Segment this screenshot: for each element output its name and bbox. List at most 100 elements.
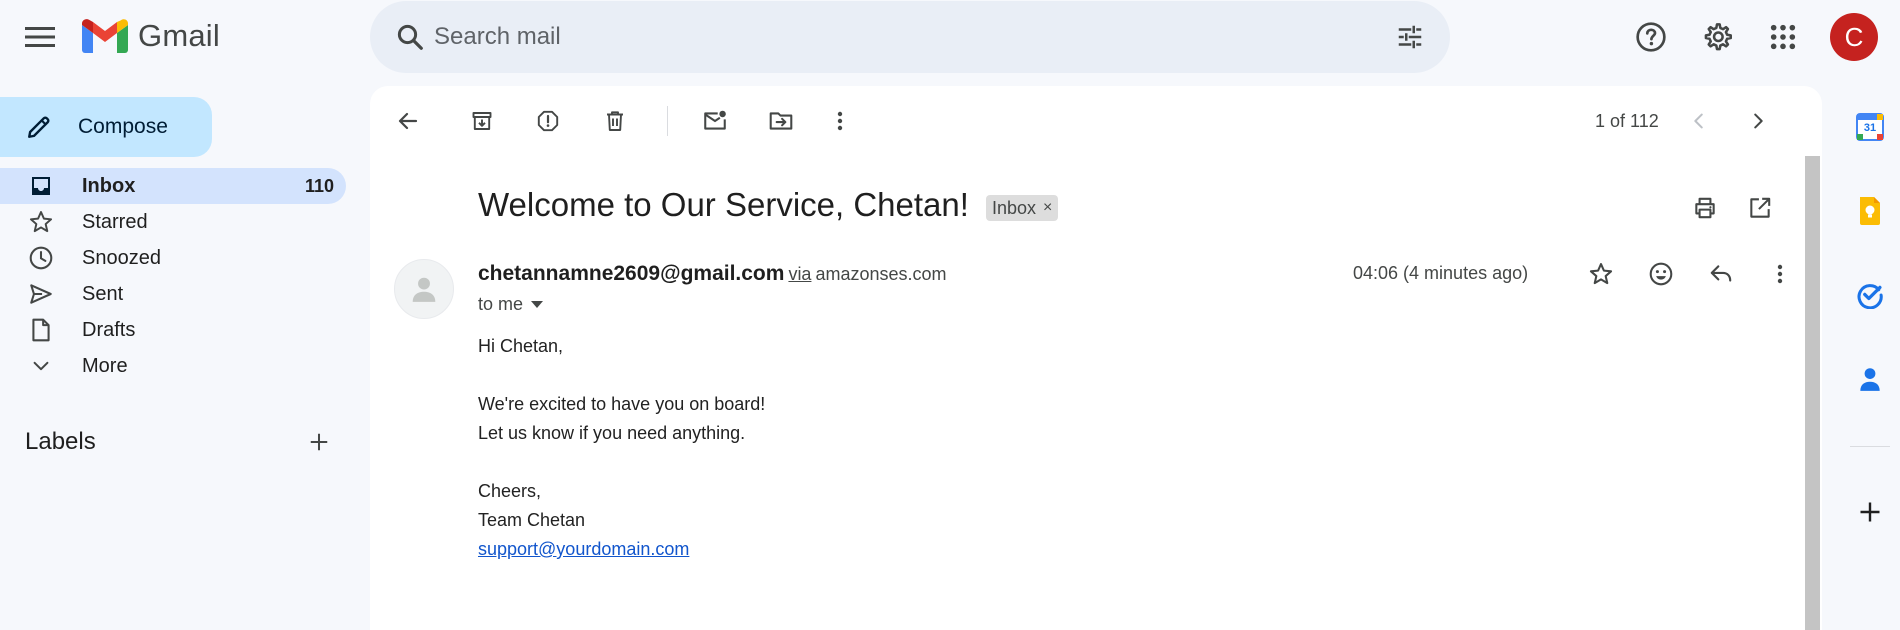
calendar-day: 31 [1863,122,1877,134]
message-view: 1 of 112 Welcome to Our Service, Chetan!… [370,86,1822,630]
keep-app-button[interactable] [1846,187,1894,235]
chevron-left-icon [1688,110,1710,132]
help-icon [1635,21,1667,53]
help-button[interactable] [1627,13,1675,61]
sidebar-item-inbox[interactable]: Inbox 110 [0,168,346,204]
contacts-icon [1857,365,1883,393]
tasks-icon [1856,281,1884,309]
pagination-count: 1 of 112 [1595,111,1659,131]
mark-unread-icon [702,108,728,134]
remove-label-icon[interactable]: × [1043,199,1052,217]
body-signoff: Cheers, [478,481,542,501]
search-input[interactable] [434,17,1334,57]
caret-down-icon [531,300,544,309]
report-spam-button[interactable] [524,97,572,145]
settings-button[interactable] [1693,13,1741,61]
side-panel-rail: 31 [1840,0,1900,630]
star-message-button[interactable] [1577,250,1625,298]
chevron-down-icon [26,355,56,377]
google-apps-icon [1769,23,1797,51]
sidebar-item-more[interactable]: More [0,348,346,384]
star-icon [1588,261,1614,287]
print-icon [1692,195,1718,221]
via-domain: amazonses.com [815,264,947,284]
archive-icon [470,109,494,133]
emoji-icon [1648,261,1674,287]
delete-icon [603,109,627,133]
main-menu-button[interactable] [16,13,64,61]
email-subject: Welcome to Our Service, Chetan! [478,186,969,223]
inbox-icon [26,174,56,198]
compose-label: Compose [78,115,168,138]
settings-icon [1701,21,1733,53]
reply-icon [1708,261,1734,287]
body-line: We're excited to have you on board! [478,394,766,414]
report-spam-icon [536,109,560,133]
gmail-logo[interactable]: Gmail [82,18,220,54]
recipient-label: to me [478,294,524,314]
main-menu-icon [25,26,55,48]
star-icon [26,209,56,235]
label-chip-text: Inbox [992,197,1037,218]
tasks-app-button[interactable] [1846,271,1894,319]
sidebar-nav: Inbox 110 Starred Snoozed Sent Drafts Mo… [0,168,346,384]
search-bar [370,1,1450,73]
sidebar-item-label: Inbox [82,174,136,197]
open-new-window-button[interactable] [1736,184,1784,232]
scrollbar[interactable] [1805,156,1820,630]
search-button[interactable] [386,13,434,61]
plus-icon [1858,500,1882,524]
more-vert-icon [1768,262,1792,286]
print-button[interactable] [1681,184,1729,232]
chevron-right-icon [1747,110,1769,132]
search-options-icon [1395,22,1425,52]
send-icon [26,281,56,307]
search-icon [395,22,425,52]
delete-button[interactable] [591,97,639,145]
draft-icon [26,317,56,343]
older-button[interactable] [1734,97,1782,145]
sidebar-item-drafts[interactable]: Drafts [0,312,346,348]
via-link[interactable]: via [788,264,811,284]
labels-heading: Labels [25,428,96,455]
calendar-icon: 31 [1856,113,1884,141]
top-bar: Gmail C [0,0,1900,74]
support-email-link[interactable]: support@yourdomain.com [478,539,689,559]
message-more-button[interactable] [1756,250,1804,298]
search-options-button[interactable] [1386,13,1434,61]
sidebar-item-snoozed[interactable]: Snoozed [0,240,346,276]
sender-line: chetannamne2609@gmail.com via amazonses.co… [478,262,947,286]
recipient-details-toggle[interactable]: to me [478,294,544,315]
sidebar-item-sent[interactable]: Sent [0,276,346,312]
person-icon [411,275,437,303]
sidebar-item-starred[interactable]: Starred [0,204,346,240]
newer-button[interactable] [1675,97,1723,145]
keep-icon [1858,196,1882,226]
more-actions-button[interactable] [816,97,864,145]
body-team: Team Chetan [478,510,586,530]
move-to-icon [768,108,794,134]
compose-button[interactable]: Compose [0,97,212,157]
pencil-icon [26,114,52,140]
get-addons-button[interactable] [1846,488,1894,536]
back-button[interactable] [384,97,432,145]
reply-button[interactable] [1697,250,1745,298]
body-greeting: Hi Chetan, [478,336,564,356]
contacts-app-button[interactable] [1846,355,1894,403]
open-in-new-icon [1747,195,1773,221]
sidebar-item-label: More [82,354,128,377]
mark-unread-button[interactable] [691,97,739,145]
toolbar-divider [667,106,668,136]
label-chip-inbox[interactable]: Inbox × [986,195,1059,221]
sender-email[interactable]: chetannamne2609@gmail.com [478,262,784,285]
calendar-app-button[interactable]: 31 [1846,103,1894,151]
sender-avatar[interactable] [394,259,454,319]
google-apps-button[interactable] [1759,13,1807,61]
move-to-button[interactable] [757,97,805,145]
body-line: Let us know if you need anything. [478,423,746,443]
add-reaction-button[interactable] [1637,250,1685,298]
more-vert-icon [828,109,852,133]
create-label-button[interactable] [295,418,343,466]
app-name: Gmail [138,18,220,53]
archive-button[interactable] [458,97,506,145]
